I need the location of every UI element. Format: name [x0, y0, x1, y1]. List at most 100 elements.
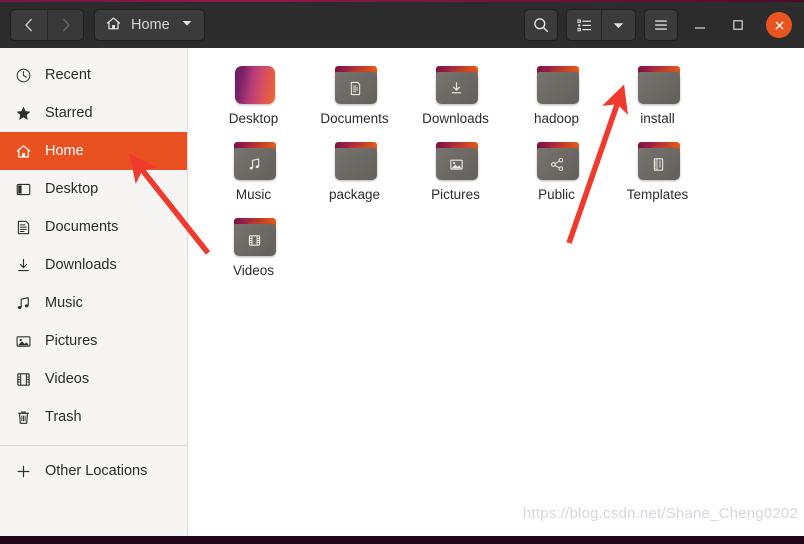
file-label: Videos: [232, 263, 275, 278]
file-item-downloads[interactable]: Downloads: [405, 62, 506, 136]
sidebar-item-label: Desktop: [45, 181, 99, 197]
file-item-templates[interactable]: Templates: [607, 138, 708, 212]
file-item-pictures[interactable]: Pictures: [405, 138, 506, 212]
watermark-text: https://blog.csdn.net/Shane_Cheng0202: [522, 505, 798, 522]
sidebar-item-label: Starred: [45, 105, 93, 121]
sidebar-item-trash[interactable]: Trash: [0, 398, 187, 436]
file-item-public[interactable]: Public: [506, 138, 607, 212]
file-item-desktop[interactable]: Desktop: [203, 62, 304, 136]
download-icon: [436, 72, 478, 104]
star-icon: [14, 104, 32, 122]
path-bar-label: Home: [131, 17, 170, 33]
file-label: Templates: [626, 187, 689, 202]
file-label: Documents: [320, 111, 389, 126]
path-bar-home-button[interactable]: Home: [94, 9, 205, 41]
sidebar-item-pictures[interactable]: Pictures: [0, 322, 187, 360]
folder-icon: [435, 66, 478, 104]
file-label: Desktop: [228, 111, 279, 126]
sidebar-item-other-locations[interactable]: Other Locations: [0, 452, 187, 490]
sidebar-item-recent[interactable]: Recent: [0, 56, 187, 94]
share-icon: [537, 148, 579, 180]
folder-icon: [637, 142, 680, 180]
chevron-down-icon: [613, 22, 624, 28]
search-icon: [534, 18, 549, 33]
sidebar-item-desktop[interactable]: Desktop: [0, 170, 187, 208]
file-label: package: [328, 187, 381, 202]
file-icon: [532, 140, 582, 183]
file-icon: [229, 216, 279, 259]
desktop-icon: [14, 180, 32, 198]
file-icon: [532, 64, 582, 107]
file-browser-view[interactable]: Desktop Documents Downloads hadoop insta…: [189, 48, 804, 536]
sidebar-item-label: Documents: [45, 219, 119, 235]
file-label: Public: [538, 187, 575, 202]
clock-icon: [14, 66, 32, 84]
folder-icon: [435, 142, 478, 180]
sidebar-item-label: Home: [45, 143, 84, 159]
maximize-button[interactable]: [722, 9, 754, 41]
sidebar-item-label: Pictures: [45, 333, 98, 349]
forward-button[interactable]: [47, 10, 83, 40]
sidebar-item-music[interactable]: Music: [0, 284, 187, 322]
file-icon: [229, 140, 279, 183]
plus-icon: [14, 462, 32, 480]
chevron-right-icon: [62, 18, 70, 32]
file-item-documents[interactable]: Documents: [304, 62, 405, 136]
window-bottom-border: [0, 536, 804, 544]
sidebar-divider: [0, 445, 187, 446]
sidebar-item-label: Downloads: [45, 257, 117, 273]
close-icon: [775, 21, 783, 29]
sidebar-item-label: Other Locations: [45, 463, 148, 479]
sidebar-item-home[interactable]: Home: [0, 132, 187, 170]
list-view-icon: [577, 19, 591, 31]
file-icon: [330, 140, 380, 183]
sidebar-item-downloads[interactable]: Downloads: [0, 246, 187, 284]
music-icon: [14, 294, 32, 312]
picture-icon: [436, 148, 478, 180]
file-label: hadoop: [533, 111, 580, 126]
file-icon: [633, 64, 683, 107]
file-item-music[interactable]: Music: [203, 138, 304, 212]
file-grid: Desktop Documents Downloads hadoop insta…: [189, 58, 804, 290]
home-icon: [105, 15, 122, 36]
file-item-videos[interactable]: Videos: [203, 214, 304, 288]
document-icon: [335, 72, 377, 104]
template-icon: [638, 148, 680, 180]
folder-icon: [334, 142, 377, 180]
file-icon: [431, 140, 481, 183]
file-icon: [633, 140, 683, 183]
chevron-down-icon[interactable]: [181, 17, 193, 33]
file-label: Downloads: [422, 111, 489, 126]
sidebar-item-label: Music: [45, 295, 83, 311]
file-icon: [330, 64, 380, 107]
file-item-hadoop[interactable]: hadoop: [506, 62, 607, 136]
minimize-icon: [695, 27, 705, 29]
main-menu-button[interactable]: [644, 9, 678, 41]
sidebar-item-documents[interactable]: Documents: [0, 208, 187, 246]
view-options-dropdown-button[interactable]: [601, 10, 635, 40]
trash-icon: [14, 408, 32, 426]
sidebar-item-videos[interactable]: Videos: [0, 360, 187, 398]
maximize-icon: [733, 20, 743, 30]
list-view-button[interactable]: [567, 10, 601, 40]
download-icon: [14, 256, 32, 274]
back-button[interactable]: [11, 10, 47, 40]
file-icon: [431, 64, 481, 107]
sidebar-item-starred[interactable]: Starred: [0, 94, 187, 132]
search-button[interactable]: [524, 9, 558, 41]
document-icon: [14, 218, 32, 236]
desktop-folder-icon: [234, 66, 275, 104]
file-label: install: [640, 111, 675, 126]
file-label: Music: [235, 187, 272, 202]
chevron-left-icon: [25, 18, 32, 32]
folder-icon: [233, 142, 276, 180]
close-button[interactable]: [766, 12, 792, 38]
folder-icon: [536, 142, 579, 180]
folder-icon: [536, 66, 579, 104]
video-icon: [14, 370, 32, 388]
file-item-package[interactable]: package: [304, 138, 405, 212]
minimize-button[interactable]: [684, 9, 716, 41]
file-manager-window: Home Recent Starred Home Desktop Documen…: [0, 0, 804, 544]
music-icon: [234, 148, 276, 180]
file-item-install[interactable]: install: [607, 62, 708, 136]
